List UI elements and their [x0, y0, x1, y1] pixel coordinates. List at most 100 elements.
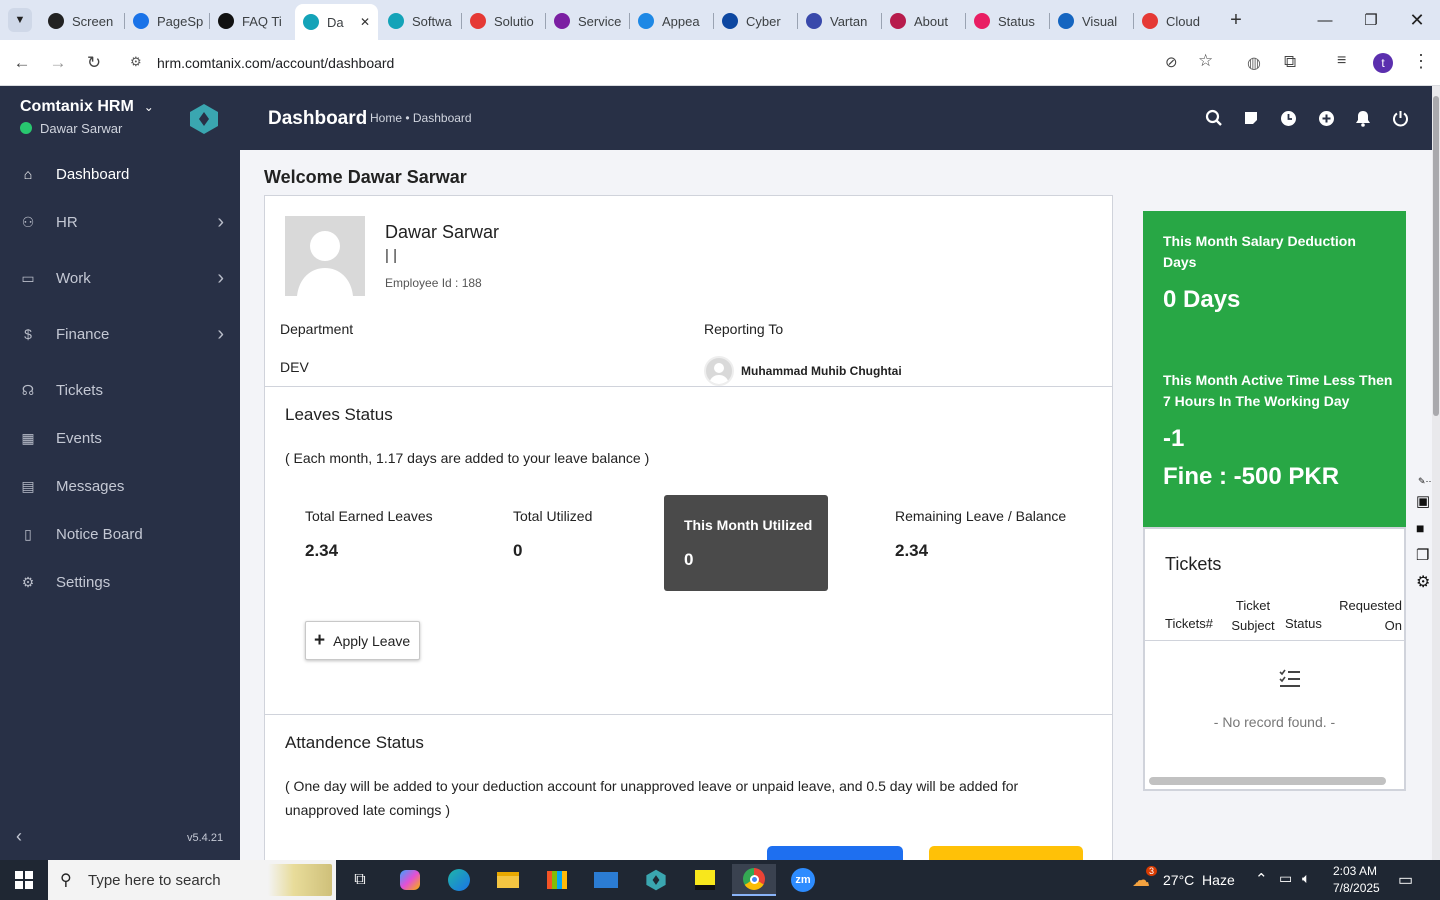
- browser-tab[interactable]: Cyber: [714, 6, 796, 36]
- new-tab-button[interactable]: +: [1224, 8, 1248, 32]
- zoom-button[interactable]: zm: [781, 864, 825, 896]
- address-bar[interactable]: ⚙ hrm.comtanix.com/account/dashboard ⊘ ☆: [120, 46, 1230, 80]
- sidebar-item-events[interactable]: ▦ Events: [0, 418, 240, 458]
- gear-icon[interactable]: ⚙: [1416, 572, 1430, 592]
- browser-tab[interactable]: Cloud: [1134, 6, 1216, 36]
- reload-button[interactable]: ↻: [80, 49, 108, 77]
- search-icon[interactable]: [1204, 108, 1224, 128]
- tab-favicon-icon: [554, 13, 570, 29]
- pen-icon[interactable]: ✎⋯: [1418, 476, 1432, 487]
- zoom-icon: zm: [791, 868, 815, 892]
- power-icon[interactable]: [1390, 108, 1410, 128]
- windows-icon[interactable]: ❐: [1416, 546, 1429, 564]
- sidebar-item-messages[interactable]: ▤ Messages: [0, 466, 240, 506]
- browser-tab[interactable]: Vartan: [798, 6, 880, 36]
- hrm-app-button[interactable]: [634, 864, 678, 896]
- store-button[interactable]: [535, 864, 579, 896]
- close-window-button[interactable]: ✕: [1394, 0, 1440, 40]
- sidebar-item-tickets[interactable]: ☊ Tickets: [0, 370, 240, 410]
- add-circle-icon[interactable]: [1316, 108, 1336, 128]
- notification-center-icon[interactable]: ▭: [1398, 870, 1413, 890]
- copilot-button[interactable]: [388, 864, 432, 896]
- salary-deduction-card: This Month Salary Deduction Days 0 Days …: [1143, 211, 1406, 527]
- sidebar-item-notice-board[interactable]: ▯ Notice Board: [0, 514, 240, 554]
- volume-icon[interactable]: 🔈︎: [1302, 870, 1310, 887]
- tab-favicon-icon: [722, 13, 738, 29]
- profile-avatar[interactable]: t: [1373, 53, 1393, 73]
- logo-icon[interactable]: [188, 103, 220, 135]
- breadcrumb[interactable]: Home • Dashboard: [370, 111, 472, 125]
- taskbar-search[interactable]: ⚲ Type here to search: [48, 860, 336, 900]
- weather-text[interactable]: 27°C Haze: [1163, 872, 1235, 888]
- tickets-horizontal-scrollbar[interactable]: [1149, 777, 1386, 785]
- globe-icon[interactable]: ◍: [1247, 53, 1261, 73]
- sidebar-item-finance[interactable]: $ Finance ›: [0, 314, 240, 354]
- collapse-sidebar-icon[interactable]: ‹: [16, 826, 22, 847]
- browser-tab[interactable]: Status: [966, 6, 1048, 36]
- menu-dots-icon[interactable]: ⋮: [1412, 51, 1430, 72]
- headset-icon: ☊: [21, 381, 35, 398]
- network-icon[interactable]: ▭: [1279, 870, 1292, 887]
- clock-time[interactable]: 2:03 AM: [1333, 864, 1377, 878]
- back-button[interactable]: ←: [8, 49, 36, 77]
- url-text[interactable]: hrm.comtanix.com/account/dashboard: [157, 55, 394, 71]
- browser-tab[interactable]: Da ✕: [295, 4, 378, 40]
- camera-icon[interactable]: ▣: [1416, 492, 1430, 510]
- sidebar-item-label: Settings: [56, 573, 111, 591]
- restore-icon: ❐: [1364, 12, 1378, 29]
- mail-button[interactable]: [584, 864, 628, 896]
- browser-tab[interactable]: Screen: [40, 6, 123, 36]
- browser-tab[interactable]: About: [882, 6, 964, 36]
- sidebar-item-settings[interactable]: ⚙ Settings: [0, 562, 240, 602]
- fine-value: Fine : -500 PKR: [1163, 463, 1340, 490]
- department-value: DEV: [280, 359, 309, 375]
- sidebar-item-dashboard[interactable]: ⌂ Dashboard: [0, 154, 240, 194]
- apply-leave-button[interactable]: + Apply Leave: [305, 621, 420, 660]
- browser-tab[interactable]: Appea: [630, 6, 712, 36]
- file-explorer-button[interactable]: [486, 864, 530, 896]
- page-scrollbar[interactable]: [1432, 86, 1440, 860]
- sidebar-item-hr[interactable]: ⚇ HR ›: [0, 202, 240, 242]
- star-icon[interactable]: ☆: [1198, 51, 1213, 71]
- sidebar-item-work[interactable]: ▭ Work ›: [0, 258, 240, 298]
- sticky-note-icon[interactable]: [1241, 108, 1261, 128]
- minimize-button[interactable]: —: [1302, 0, 1348, 40]
- chrome-button[interactable]: [732, 864, 776, 896]
- close-tab-icon[interactable]: ✕: [360, 15, 370, 29]
- browser-tab[interactable]: PageSp: [125, 6, 208, 36]
- attendance-yellow-button[interactable]: [929, 846, 1083, 860]
- browser-tab[interactable]: Visual: [1050, 6, 1132, 36]
- edge-button[interactable]: [437, 864, 481, 896]
- mail-icon: [594, 872, 618, 888]
- browser-tab[interactable]: Softwa: [380, 6, 460, 36]
- reporting-to-name[interactable]: Muhammad Muhib Chughtai: [741, 364, 902, 378]
- sidebar-user-name: Dawar Sarwar: [40, 121, 123, 136]
- forward-button[interactable]: →: [44, 49, 72, 77]
- tab-title: Cyber: [746, 13, 781, 29]
- maximize-button[interactable]: ❐: [1348, 0, 1394, 40]
- eye-off-icon[interactable]: ⊘: [1165, 53, 1178, 71]
- task-view-button[interactable]: ⧉: [338, 864, 382, 896]
- clock-icon[interactable]: [1278, 108, 1298, 128]
- browser-tab[interactable]: Service: [546, 6, 628, 36]
- employee-name: Dawar Sarwar: [385, 222, 500, 242]
- profile-card: Dawar Sarwar | | Employee Id : 188 Depar…: [264, 195, 1113, 860]
- media-icon[interactable]: ≡: [1337, 52, 1346, 70]
- video-icon[interactable]: ■: [1416, 520, 1424, 536]
- extensions-icon[interactable]: ⧉: [1284, 52, 1296, 72]
- brand-dropdown[interactable]: Comtanix HRM ⌄: [20, 98, 154, 116]
- browser-tab[interactable]: Solutio: [462, 6, 544, 36]
- tab-title: Status: [998, 13, 1035, 29]
- tab-title: PageSp: [157, 13, 204, 29]
- chevron-up-icon[interactable]: ⌃: [1255, 870, 1268, 888]
- clock-date[interactable]: 7/8/2025: [1333, 881, 1380, 895]
- sticky-notes-button[interactable]: [683, 864, 727, 896]
- tab-search-button[interactable]: ▼: [8, 8, 32, 32]
- attendance-blue-button[interactable]: [767, 846, 903, 860]
- scrollbar-thumb[interactable]: [1433, 96, 1439, 416]
- bell-icon[interactable]: [1353, 108, 1373, 128]
- browser-tab[interactable]: FAQ Ti: [210, 6, 293, 36]
- start-button[interactable]: [2, 864, 46, 896]
- site-info-icon[interactable]: ⚙: [130, 54, 142, 70]
- tab-favicon-icon: [1058, 13, 1074, 29]
